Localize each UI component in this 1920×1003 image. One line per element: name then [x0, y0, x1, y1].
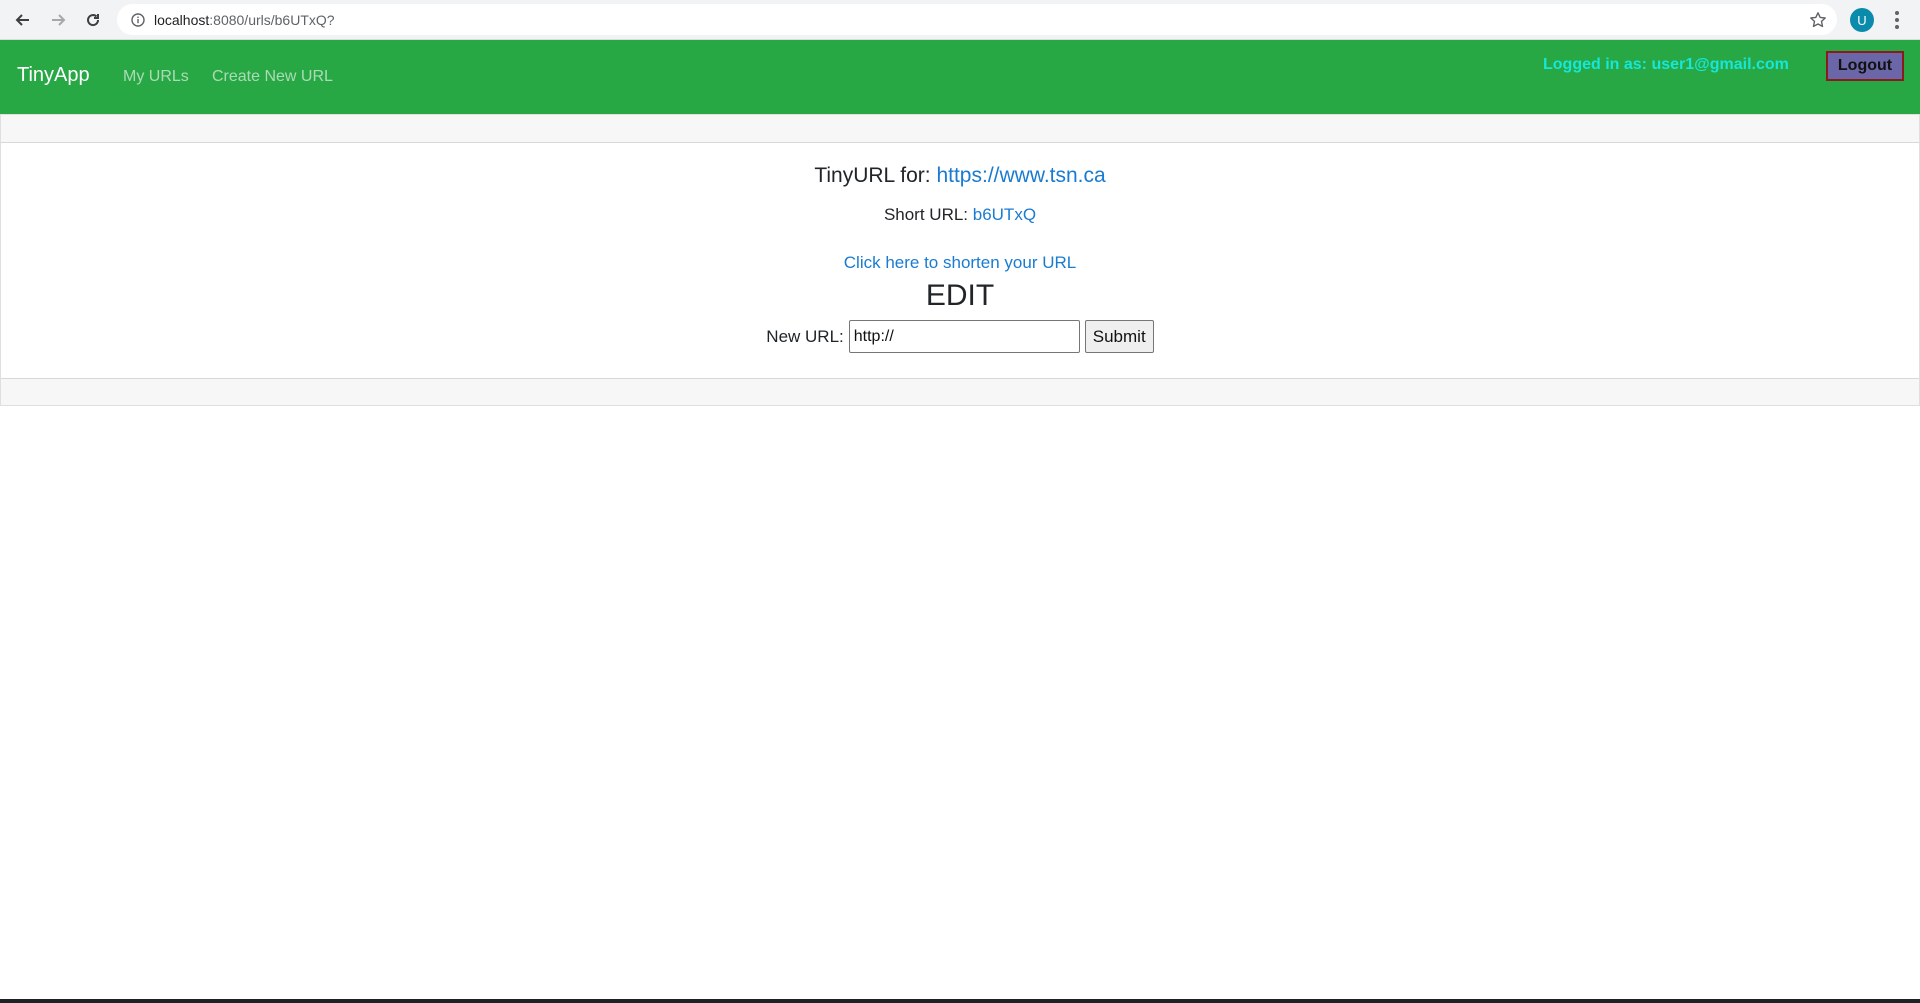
brand-link[interactable]: TinyApp — [17, 64, 90, 87]
submit-button[interactable]: Submit — [1084, 320, 1154, 353]
shorten-link-row: Click here to shorten your URL — [1, 253, 1919, 273]
browser-toolbar: localhost:8080/urls/b6UTxQ? U — [0, 0, 1920, 40]
address-bar[interactable]: localhost:8080/urls/b6UTxQ? — [117, 4, 1837, 35]
info-icon[interactable] — [131, 12, 145, 27]
profile-avatar[interactable]: U — [1850, 8, 1874, 32]
app-navbar: TinyApp My URLs Create New URL Logged in… — [0, 40, 1920, 114]
taskbar-edge — [0, 999, 1920, 1003]
tinyurl-prefix: TinyURL for: — [814, 164, 937, 187]
bookmark-star-icon[interactable] — [1809, 11, 1827, 29]
nav-create-new-url[interactable]: Create New URL — [212, 68, 333, 86]
short-url-prefix: Short URL: — [883, 205, 973, 224]
back-icon[interactable] — [11, 8, 35, 32]
address-url: localhost:8080/urls/b6UTxQ? — [154, 12, 335, 28]
browser-menu-icon[interactable] — [1890, 9, 1904, 31]
edit-url-form: New URL: Submit — [1, 320, 1919, 353]
reload-icon[interactable] — [81, 8, 105, 32]
edit-heading: EDIT — [925, 279, 995, 312]
forward-icon[interactable] — [46, 8, 70, 32]
logged-in-status: Logged in as: user1@gmail.com — [1543, 56, 1789, 73]
shorten-url-link[interactable]: Click here to shorten your URL — [844, 253, 1076, 272]
card-header — [1, 115, 1919, 143]
new-url-label: New URL: — [766, 326, 844, 346]
tinyurl-heading: TinyURL for: https://www.tsn.ca — [1, 164, 1919, 188]
nav-my-urls[interactable]: My URLs — [123, 68, 189, 86]
logout-button[interactable]: Logout — [1826, 51, 1904, 81]
new-url-input[interactable] — [848, 320, 1080, 353]
url-card: TinyURL for: https://www.tsn.ca Short UR… — [0, 114, 1920, 406]
address-path: :8080/urls/b6UTxQ? — [209, 11, 335, 28]
address-host: localhost — [154, 11, 210, 28]
card-footer — [1, 378, 1919, 405]
short-url-link[interactable]: b6UTxQ — [973, 205, 1036, 224]
long-url-link[interactable]: https://www.tsn.ca — [936, 164, 1105, 187]
short-url-line: Short URL: b6UTxQ — [1, 205, 1919, 225]
